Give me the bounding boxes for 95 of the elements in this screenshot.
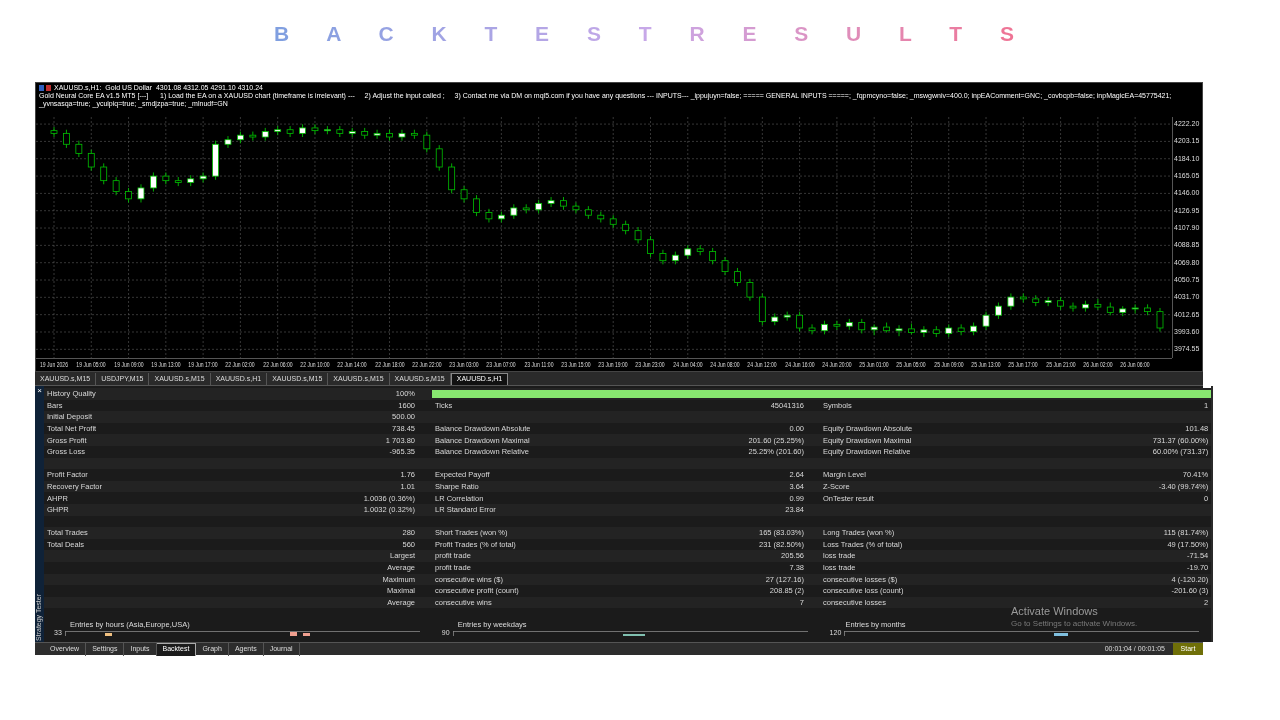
candle	[373, 129, 381, 140]
candle	[796, 311, 803, 333]
candle	[808, 323, 816, 335]
candle	[473, 194, 480, 217]
candle	[622, 220, 630, 235]
candle	[1156, 307, 1164, 333]
candle	[671, 251, 679, 265]
candle	[1069, 302, 1077, 313]
close-button[interactable]: ×	[37, 387, 42, 395]
candle	[659, 249, 667, 265]
candle	[920, 325, 928, 338]
candle	[821, 320, 828, 335]
candle	[535, 199, 543, 214]
candle	[1082, 300, 1089, 313]
candle	[758, 293, 766, 326]
candle	[199, 172, 207, 183]
candle	[75, 140, 83, 158]
candle	[895, 324, 903, 337]
candle	[845, 318, 853, 331]
candle	[50, 126, 58, 138]
candle	[324, 125, 331, 135]
candle	[448, 162, 456, 194]
candle	[560, 196, 567, 211]
candle	[709, 247, 717, 265]
candle	[485, 208, 493, 223]
candle	[63, 129, 70, 149]
candle	[1094, 298, 1102, 311]
candle	[435, 144, 443, 172]
candle	[212, 140, 219, 181]
candle	[100, 162, 108, 185]
candle	[522, 203, 530, 214]
candle	[274, 125, 282, 136]
candle	[187, 174, 195, 187]
candle	[1032, 294, 1040, 307]
candle	[734, 267, 741, 287]
candle	[348, 127, 356, 138]
candle	[174, 176, 182, 187]
candle	[112, 176, 120, 196]
candle	[833, 320, 841, 331]
candle	[1057, 296, 1064, 311]
candle	[162, 172, 170, 185]
candle	[125, 187, 132, 203]
candle	[982, 311, 990, 331]
scrollbar[interactable]	[1211, 386, 1214, 642]
candle	[286, 125, 294, 138]
candle	[584, 205, 592, 220]
candle	[908, 323, 915, 335]
candle	[411, 129, 418, 140]
candle	[647, 235, 654, 258]
candle	[721, 256, 729, 276]
candle	[299, 123, 306, 138]
candle	[336, 125, 344, 138]
candle	[597, 211, 605, 223]
candle	[510, 203, 518, 220]
candle	[858, 318, 866, 334]
candle	[1106, 302, 1114, 316]
candle	[609, 214, 617, 229]
candle	[970, 322, 977, 336]
candle	[684, 244, 692, 260]
candle	[398, 129, 406, 142]
candle	[249, 131, 257, 142]
candle	[311, 123, 319, 135]
candle	[137, 183, 145, 203]
chart-window-icon	[39, 85, 51, 91]
candle	[87, 149, 95, 172]
candle	[696, 244, 704, 256]
candle	[572, 202, 580, 214]
candle	[237, 131, 244, 144]
candle	[945, 323, 953, 338]
candle	[957, 323, 965, 336]
candle	[386, 129, 393, 142]
activation-notice-title: Activate Windows	[1011, 605, 1099, 619]
candle	[783, 311, 791, 322]
candle	[261, 127, 269, 142]
candle	[746, 278, 754, 302]
candle	[224, 135, 232, 149]
candle	[1119, 305, 1127, 317]
candle	[150, 172, 157, 192]
candle	[883, 322, 890, 333]
candle	[497, 211, 505, 223]
candle	[932, 325, 940, 338]
candle	[771, 313, 779, 326]
candle	[1007, 293, 1015, 311]
activation-notice-text: Go to Settings to activate Windows.	[1011, 618, 1138, 629]
candle	[547, 196, 555, 208]
candle	[1044, 296, 1052, 307]
candle	[460, 185, 468, 203]
candle	[1131, 303, 1139, 314]
candle	[1019, 293, 1027, 303]
candle	[1144, 303, 1151, 316]
candle	[870, 323, 878, 336]
candle	[634, 226, 642, 244]
candle	[995, 302, 1002, 320]
candle	[361, 127, 369, 140]
candle	[423, 131, 431, 153]
